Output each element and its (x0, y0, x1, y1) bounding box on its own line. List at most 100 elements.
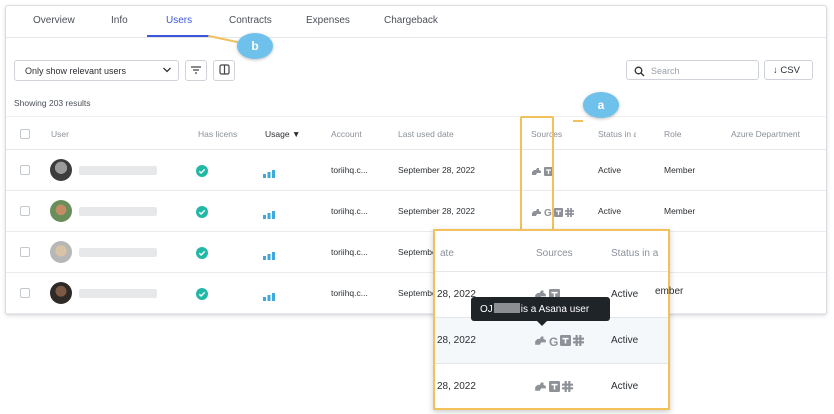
tab-contracts[interactable]: Contracts (229, 15, 272, 26)
plug-icon (534, 379, 547, 397)
sort-desc-icon: ▼ (291, 129, 301, 139)
status-cell: Active (598, 165, 622, 175)
callout-marker-b: b (237, 33, 273, 59)
row-checkbox[interactable] (20, 206, 30, 216)
sources-column-highlight (520, 116, 554, 232)
tooltip-suffix: is a Asana user (520, 304, 590, 315)
filter-button[interactable] (185, 60, 207, 81)
source-tooltip: OJ is a Asana user (471, 297, 610, 321)
account-cell: toriihq.c... (331, 288, 368, 298)
filter-lines-icon (190, 62, 202, 80)
col-usage[interactable]: Usage ▼ (265, 129, 300, 139)
relevant-users-select[interactable]: Only show relevant users (14, 60, 179, 81)
tab-chargeback[interactable]: Chargeback (384, 15, 438, 26)
table-header: User Has licens Usage ▼ Account Last use… (6, 116, 826, 150)
col-last-used-date[interactable]: Last used date (398, 129, 454, 139)
search-input[interactable]: Search (626, 60, 759, 80)
download-arrow-icon: ↓ (773, 65, 778, 76)
zoom-status-cell: Active (611, 381, 639, 392)
callout-marker-a: a (583, 92, 619, 118)
search-icon (634, 64, 645, 82)
usage-bars-icon (263, 288, 275, 306)
row-checkbox[interactable] (20, 288, 30, 298)
role-cell: Member (664, 165, 696, 175)
redacted-name (493, 303, 520, 313)
check-circle-icon (196, 164, 208, 182)
usage-bars-icon (263, 206, 275, 224)
tab-bar: Overview Info Users Contracts Expenses C… (6, 6, 826, 38)
slack-icon (564, 204, 574, 222)
table-row[interactable]: toriihq.c... Septembe (6, 273, 826, 314)
col-azure-department[interactable]: Azure Department (731, 129, 826, 139)
plug-icon (534, 333, 547, 351)
slack-icon (573, 333, 585, 351)
table-icon (549, 379, 560, 397)
marker-a-connector (573, 120, 583, 122)
redacted-user-name (79, 248, 157, 257)
avatar (50, 282, 72, 304)
zoom-row: 28, 2022 Active (435, 363, 668, 408)
avatar (50, 159, 72, 181)
tab-info[interactable]: Info (111, 15, 128, 26)
columns-icon (218, 62, 230, 80)
col-role[interactable]: Role (664, 129, 681, 139)
zoom-role-partial: ember (655, 286, 684, 297)
tab-users[interactable]: Users (166, 15, 192, 26)
account-cell: toriihq.c... (331, 247, 368, 257)
check-circle-icon (196, 287, 208, 305)
avatar (50, 200, 72, 222)
zoom-row: 28, 2022 G Active (435, 317, 668, 363)
col-account[interactable]: Account (331, 129, 362, 139)
table-icon (553, 204, 563, 222)
check-circle-icon (196, 205, 208, 223)
check-circle-icon (196, 246, 208, 264)
select-all-checkbox[interactable] (20, 129, 30, 139)
col-status[interactable]: Status in a (598, 129, 636, 139)
table-row[interactable]: toriihq.c... September 28, 2022 G Active… (6, 191, 826, 232)
results-count: Showing 203 results (14, 98, 91, 108)
last-used-cell: Septembe (398, 247, 437, 257)
last-used-cell: September 28, 2022 (398, 206, 476, 216)
google-icon: G (549, 335, 559, 349)
zoom-header-sources: Sources (536, 248, 573, 259)
col-usage-label: Usage (265, 129, 290, 139)
active-tab-indicator (147, 35, 210, 37)
table-icon (560, 333, 572, 351)
filter-select-value: Only show relevant users (25, 66, 127, 76)
table-row[interactable]: toriihq.c... Septembe (6, 232, 826, 273)
row-checkbox[interactable] (20, 247, 30, 257)
account-cell: toriihq.c... (331, 206, 368, 216)
zoom-header-date: ate (440, 248, 454, 259)
col-user[interactable]: User (51, 129, 69, 139)
tab-expenses[interactable]: Expenses (306, 15, 350, 26)
slack-icon (562, 379, 573, 397)
columns-button[interactable] (213, 60, 235, 81)
usage-bars-icon (263, 165, 275, 183)
export-csv-button[interactable]: ↓ CSV (764, 60, 813, 80)
status-cell: Active (598, 206, 622, 216)
zoom-sources-cell (534, 379, 573, 397)
tooltip-prefix: OJ (480, 304, 493, 315)
table-row[interactable]: toriihq.c... September 28, 2022 Active M… (6, 150, 826, 191)
tooltip-arrow (537, 321, 547, 326)
csv-label: CSV (780, 65, 800, 76)
usage-bars-icon (263, 247, 275, 265)
zoom-status-cell: Active (611, 335, 639, 346)
account-cell: toriihq.c... (331, 165, 368, 175)
chevron-down-icon (162, 64, 172, 79)
last-used-cell: September 28, 2022 (398, 165, 476, 175)
avatar (50, 241, 72, 263)
redacted-user-name (79, 207, 157, 216)
users-panel: Overview Info Users Contracts Expenses C… (5, 5, 827, 315)
zoom-date-cell: 28, 2022 (437, 335, 476, 346)
col-has-license[interactable]: Has licens (198, 129, 240, 139)
redacted-user-name (79, 289, 157, 298)
row-checkbox[interactable] (20, 165, 30, 175)
role-cell: Member (664, 206, 696, 216)
zoom-sources-cell: G (534, 333, 585, 351)
zoom-header-status: Status in a (611, 248, 659, 259)
zoom-date-cell: 28, 2022 (437, 381, 476, 392)
redacted-user-name (79, 166, 157, 175)
zoom-status-cell: Active (611, 289, 639, 300)
tab-overview[interactable]: Overview (33, 15, 75, 26)
